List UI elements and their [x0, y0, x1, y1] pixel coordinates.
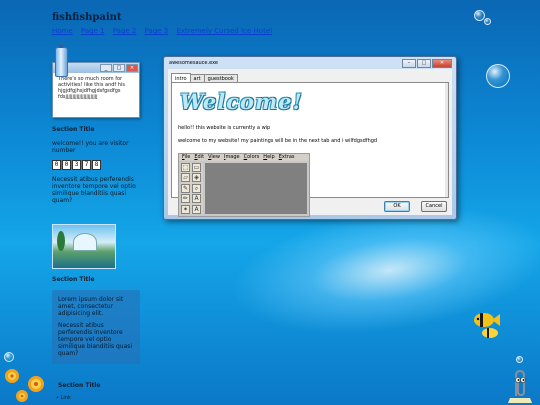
counter-digit: 7 [82, 160, 91, 170]
airbrush-icon[interactable]: ✶ [181, 204, 190, 214]
bubble [486, 64, 510, 88]
counter-digit: 0 [52, 160, 61, 170]
bubble [484, 18, 491, 25]
paint-menu-view[interactable]: View [208, 154, 220, 161]
tab-panel-intro: Welcome! hello!! this website is current… [171, 82, 449, 217]
magnifier-icon[interactable]: ⌕ [192, 183, 201, 193]
paperclip-assistant-icon[interactable] [506, 368, 534, 404]
awesomesauce-dialog: awesomesauce.exe – □ ✕ intro art guestbo… [163, 56, 457, 220]
maximize-icon[interactable]: □ [113, 64, 125, 72]
fill-bucket-icon[interactable]: ◈ [192, 173, 201, 183]
cancel-button[interactable]: Cancel [421, 201, 447, 212]
maximize-button[interactable]: □ [417, 59, 431, 68]
close-icon[interactable]: × [126, 64, 138, 72]
paint-toolbox: ⬚ ▭ ▱ ◈ ✎ ⌕ ✏ A ✶ A [181, 163, 203, 214]
panel-scrollbar[interactable] [445, 83, 448, 197]
paint-menu-help[interactable]: Help [263, 154, 274, 161]
counter-digit: 8 [92, 160, 101, 170]
paint-menu-image[interactable]: Image [224, 154, 240, 161]
section-title: Section Title [52, 126, 95, 133]
close-button[interactable]: ✕ [432, 59, 452, 68]
nav-link-page-2[interactable]: Page 2 [113, 27, 137, 35]
window-controls: – □ ✕ [402, 59, 452, 68]
pencil-icon[interactable]: ✏ [181, 194, 190, 204]
section-link[interactable]: Link [61, 395, 71, 401]
paint-menu-edit[interactable]: Edit [194, 154, 204, 161]
paint-menu-bar: File Edit View Image Colors Help Extras [179, 154, 309, 161]
nav-link-home[interactable]: Home [52, 27, 73, 35]
free-select-icon[interactable]: ⬚ [181, 163, 190, 172]
visitor-welcome-text: welcome!! you are visitor number [52, 140, 129, 154]
section-title: Section Title [52, 276, 95, 283]
dialog-title: awesomesauce.exe [169, 60, 218, 66]
counter-digit: 3 [72, 160, 81, 170]
paint-menu-file[interactable]: File [182, 154, 190, 161]
water-bottle-icon [55, 44, 68, 77]
lorem-paragraph: Lorem ipsum dolor sit amet, consectetur … [58, 296, 124, 317]
welcome-wordart: Welcome! [180, 89, 303, 114]
counter-digit: 0 [62, 160, 71, 170]
dialog-body: intro art guestbook Welcome! hello!! thi… [168, 69, 452, 217]
flowers-decoration [5, 369, 44, 402]
minimize-icon[interactable]: _ [100, 64, 112, 72]
ok-button[interactable]: OK [384, 201, 410, 212]
paint-menu-colors[interactable]: Colors [244, 154, 260, 161]
paint-canvas[interactable] [205, 163, 307, 214]
intro-line-welcome: welcome to my website! my paintings will… [178, 138, 378, 144]
nav-bar: Home Page 1 Page 2 Page 3 Extremely Curs… [52, 27, 278, 35]
nav-link-page-3[interactable]: Page 3 [145, 27, 169, 35]
lorem-box: Lorem ipsum dolor sit amet, consectetur … [52, 290, 140, 364]
text-tool-icon[interactable]: A [192, 194, 201, 204]
brush-icon[interactable]: A [192, 204, 201, 214]
bubble [516, 356, 523, 363]
eraser-icon[interactable]: ▱ [181, 173, 190, 183]
visitor-counter: 0 0 3 7 8 [52, 160, 101, 170]
site-title: fishfishpaint [52, 12, 122, 23]
gallery-thumbnail[interactable] [52, 224, 116, 269]
color-picker-icon[interactable]: ✎ [181, 183, 190, 193]
fish-icon [474, 313, 500, 338]
paint-window: File Edit View Image Colors Help Extras … [178, 153, 310, 217]
lorem-paragraph: Necessit atibus perferendis inventore te… [58, 322, 133, 357]
intro-line-wip: hello!! this website is currently a wip [178, 125, 271, 131]
nav-link-ice-hotel[interactable]: Extremely Cursed Ice Hotel [176, 27, 272, 35]
nav-link-page-1[interactable]: Page 1 [81, 27, 105, 35]
section-paragraph: Necessit atibus perferendis inventore te… [52, 176, 136, 204]
minimize-button[interactable]: – [402, 59, 416, 68]
section-title: Section Title [58, 382, 101, 389]
mini-window-text: There's so much room for activities! lik… [58, 76, 125, 100]
bubble [4, 352, 14, 362]
paint-menu-extras[interactable]: Extras [279, 154, 295, 161]
rect-select-icon[interactable]: ▭ [192, 163, 201, 172]
